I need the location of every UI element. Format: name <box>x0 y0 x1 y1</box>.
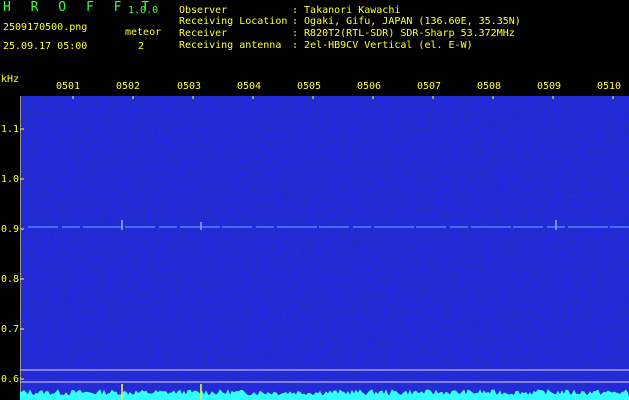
x-tick-0506: 0506 <box>357 81 382 92</box>
y-tick-1-1: 1.1 <box>1 124 20 135</box>
y-tick-0-9: 0.9 <box>1 224 20 235</box>
x-tick-0510: 0510 <box>597 81 622 92</box>
receiver-label: Receiver <box>179 28 228 39</box>
x-tick-0509: 0509 <box>537 81 562 92</box>
y-tick-0-8: 0.8 <box>1 274 20 285</box>
location-value: : Ogaki, Gifu, JAPAN (136.60E, 35.35N) <box>292 16 521 27</box>
app-version: 1.0.0 <box>128 5 159 16</box>
y-tick-0-6: 0.6 <box>1 374 20 385</box>
meteor-label: meteor <box>125 27 162 38</box>
spectrogram-plot <box>20 96 629 400</box>
header-panel: H R O F F T 1.0.0 2509170500.png 25.09.1… <box>0 0 629 72</box>
y-axis-unit: kHz <box>1 74 20 85</box>
receiver-value: : R820T2(RTL-SDR) SDR-Sharp 53.372MHz <box>292 28 515 39</box>
x-tick-0504: 0504 <box>237 81 262 92</box>
x-tick-0505: 0505 <box>297 81 322 92</box>
meteor-count: 2 <box>138 41 145 52</box>
location-label: Receiving Location <box>179 16 288 27</box>
x-tick-0501: 0501 <box>56 81 81 92</box>
x-tick-0508: 0508 <box>477 81 502 92</box>
y-tick-0-7: 0.7 <box>1 324 20 335</box>
capture-datetime: 25.09.17 05:00 <box>3 41 88 52</box>
y-tick-1-0: 1.0 <box>1 174 20 185</box>
x-tick-0502: 0502 <box>116 81 141 92</box>
antenna-value: : 2el-HB9CV Vertical (el. E-W) <box>292 40 473 51</box>
file-name: 2509170500.png <box>3 22 88 33</box>
x-tick-0507: 0507 <box>417 81 442 92</box>
noise-texture <box>20 96 629 400</box>
antenna-label: Receiving antenna <box>179 40 282 51</box>
x-tick-0503: 0503 <box>177 81 202 92</box>
